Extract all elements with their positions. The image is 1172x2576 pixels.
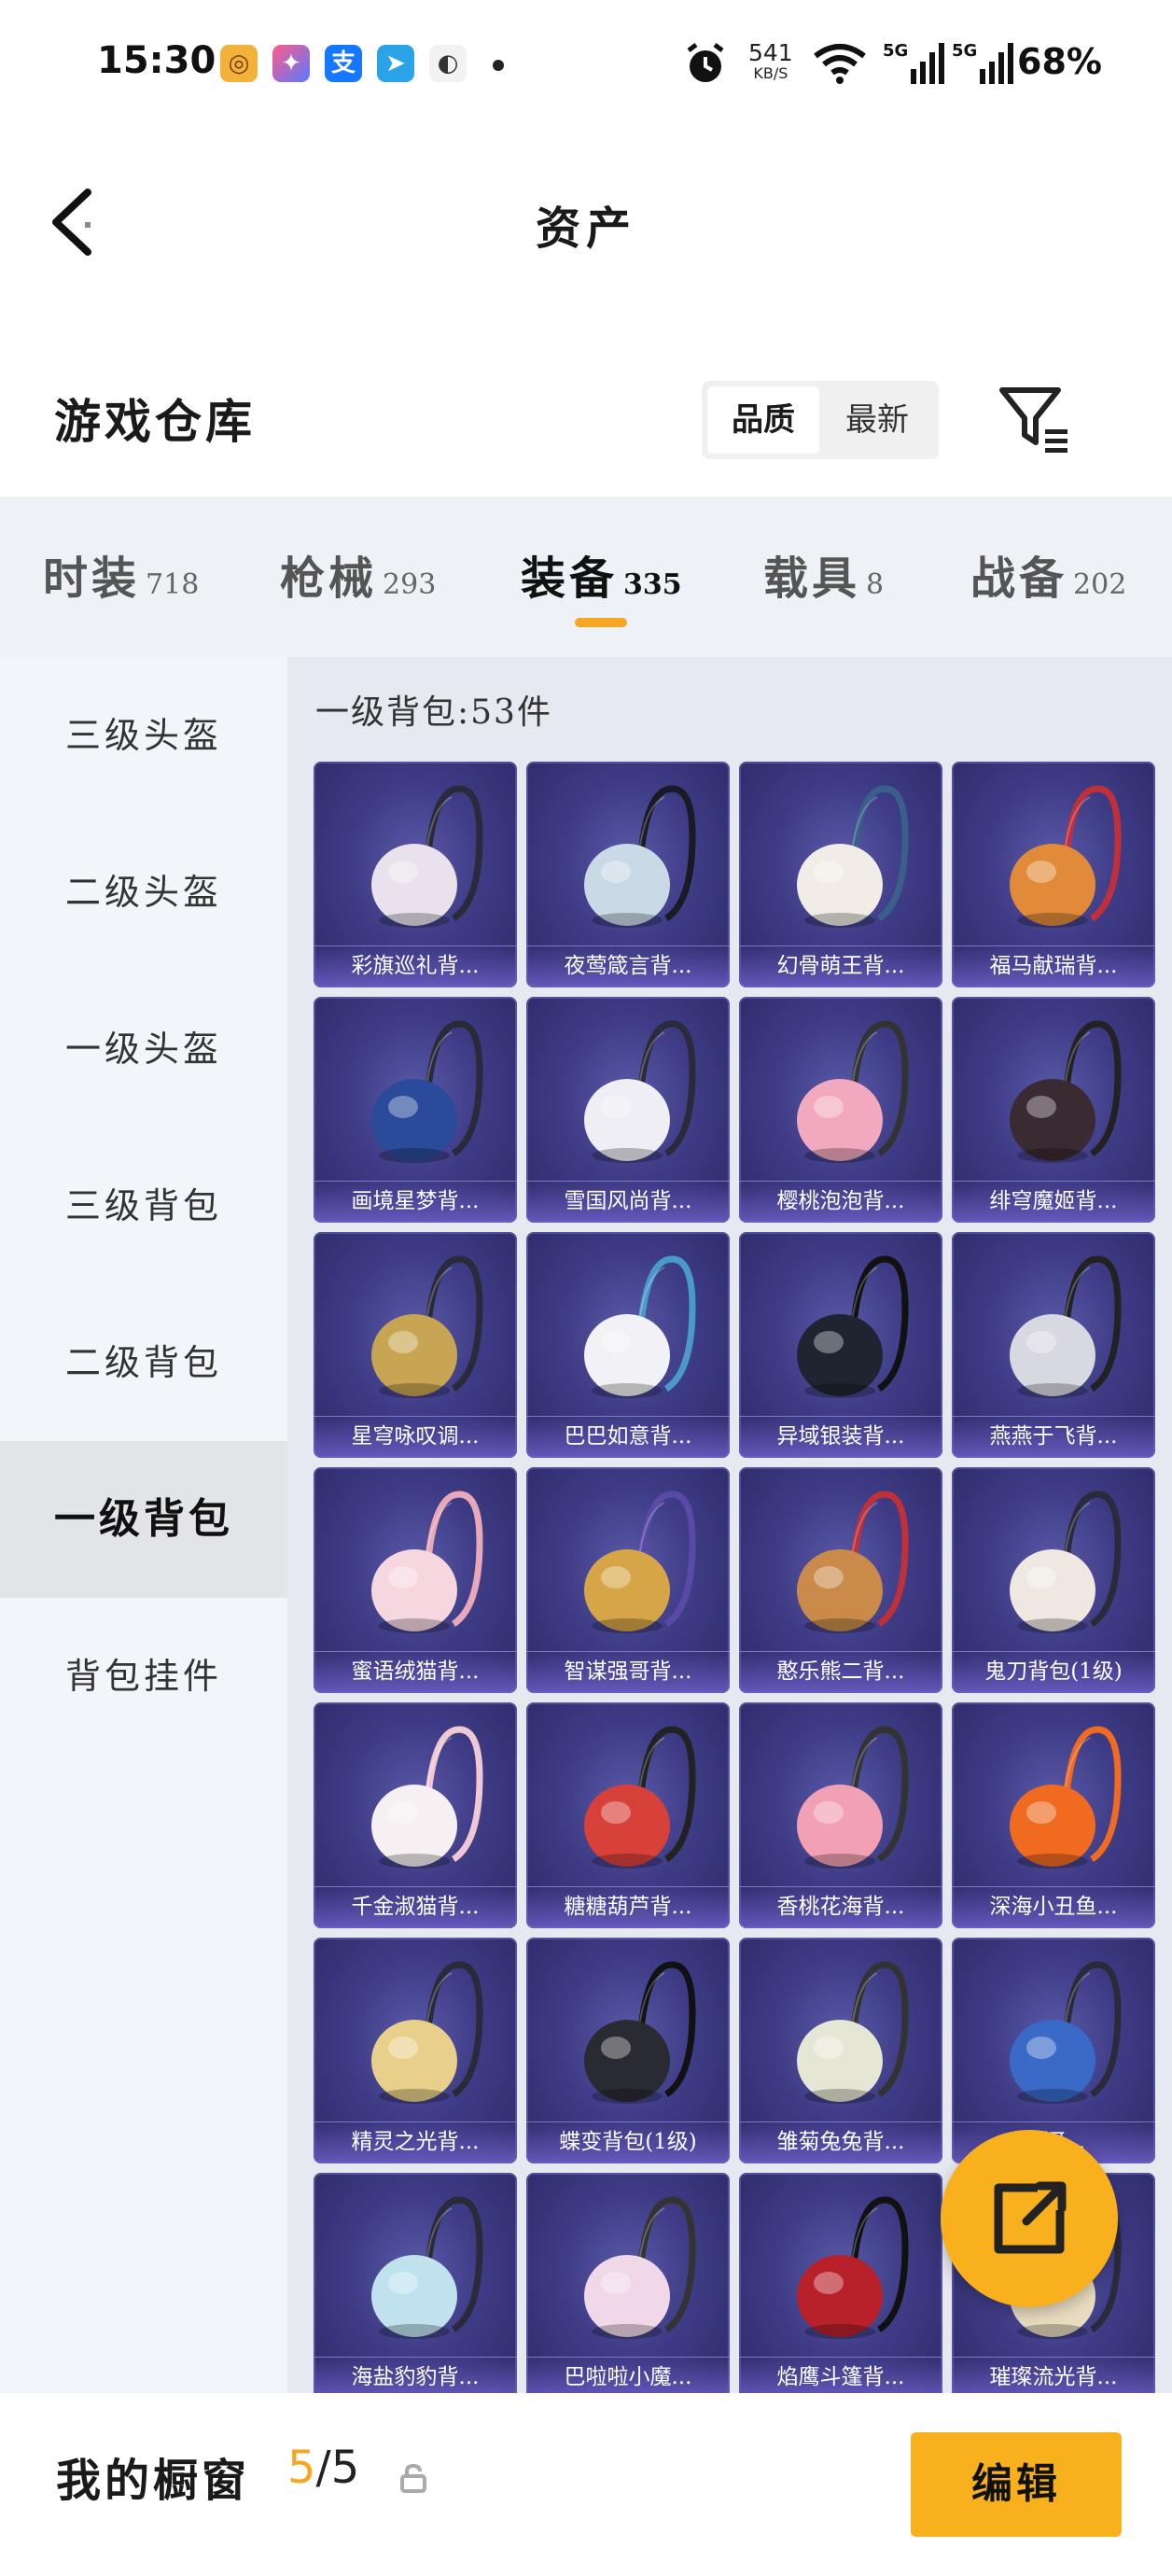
item-card[interactable]: 幻骨萌王背... — [739, 762, 942, 987]
item-card[interactable]: 智谋强哥背... — [526, 1467, 730, 1693]
lock-icon — [400, 2463, 426, 2493]
item-card[interactable]: 画境星梦背... — [314, 997, 517, 1223]
status-time: 15:30 — [97, 39, 216, 82]
share-icon — [994, 2181, 1067, 2254]
item-name: 画境星梦背... — [314, 1181, 517, 1223]
signal-5g-icon: 5G — [883, 41, 944, 84]
item-card[interactable]: 香桃花海背... — [739, 1702, 942, 1928]
sidebar-item-level1-backpack[interactable]: 一级背包 — [0, 1441, 287, 1598]
item-card[interactable]: 巴巴如意背... — [526, 1232, 730, 1458]
item-name: 雏菊兔兔背... — [739, 2121, 942, 2163]
alarm-icon — [687, 43, 724, 82]
item-card[interactable]: 彩旗巡礼背... — [314, 762, 517, 987]
sort-option-latest[interactable]: 最新 — [821, 386, 933, 454]
item-name: 糖糖葫芦背... — [526, 1886, 730, 1928]
item-card[interactable]: 千金淑猫背... — [314, 1702, 517, 1928]
item-name: 蝶变背包(1级) — [526, 2121, 730, 2163]
sidebar-item-level2-backpack[interactable]: 二级背包 — [0, 1284, 287, 1441]
item-name: 焰鹰斗篷背... — [739, 2357, 942, 2393]
item-name: 千金淑猫背... — [314, 1886, 517, 1928]
item-card[interactable]: 海盐豹豹背... — [314, 2173, 517, 2393]
showcase-label: 我的橱窗 — [56, 2455, 251, 2507]
item-card[interactable]: 福马献瑞背... — [952, 762, 1155, 987]
tab-battle-gear[interactable]: 战备 202 — [970, 541, 1126, 616]
alipay-icon: 支 — [325, 45, 362, 82]
item-name: 樱桃泡泡背... — [739, 1181, 942, 1223]
tab-vehicles[interactable]: 载具 8 — [763, 541, 884, 616]
sidebar-item-level1-helmet[interactable]: 一级头盔 — [0, 971, 287, 1127]
item-name: 燕燕于飞背... — [952, 1416, 1155, 1458]
filter-icon[interactable] — [997, 381, 1073, 457]
app-notification-icon: ◎ — [220, 45, 258, 82]
item-card[interactable]: 糖糖葫芦背... — [526, 1702, 730, 1928]
sidebar-item-level3-backpack[interactable]: 三级背包 — [0, 1127, 287, 1284]
wifi-icon — [814, 44, 866, 84]
item-name: 憨乐熊二背... — [739, 1651, 942, 1693]
telegram-icon: ➤ — [377, 45, 414, 82]
item-name: 绯穹魔姬背... — [952, 1181, 1155, 1223]
sort-option-quality[interactable]: 品质 — [707, 386, 819, 454]
sidebar-item-level3-helmet[interactable]: 三级头盔 — [0, 657, 287, 814]
sidebar-item-level2-helmet[interactable]: 二级头盔 — [0, 814, 287, 971]
item-name: 异域银装背... — [739, 1416, 942, 1458]
edit-button[interactable]: 编辑 — [911, 2432, 1122, 2537]
item-name: 精灵之光背... — [314, 2121, 517, 2163]
item-name: 福马献瑞背... — [952, 945, 1155, 987]
status-bar: 15:30 ◎ ✦ 支 ➤ ◐ 541 KB/S 5G 5G 68% — [0, 0, 1172, 131]
sort-toggle: 品质 最新 — [702, 381, 939, 459]
item-name: 夜莺箴言背... — [526, 945, 730, 987]
item-card[interactable]: 深海小丑鱼... — [952, 1702, 1155, 1928]
item-name: 巴巴如意背... — [526, 1416, 730, 1458]
item-name: 星穹咏叹调... — [314, 1416, 517, 1458]
category-tabs: 时装 718 枪械 293 装备 335 载具 8 战备 202 — [0, 497, 1172, 657]
app-notification-icon: ✦ — [272, 45, 310, 82]
svg-text:5G: 5G — [952, 41, 977, 61]
app-header: 资产 — [0, 140, 1172, 299]
tab-outfits[interactable]: 时装 718 — [43, 541, 199, 616]
showcase-count: 5/5 — [287, 2442, 360, 2494]
tab-firearms[interactable]: 枪械 293 — [280, 541, 436, 616]
item-card[interactable]: 夜莺箴言背... — [526, 762, 730, 987]
item-card[interactable]: 焰鹰斗篷背... — [739, 2173, 942, 2393]
item-card[interactable]: 憨乐熊二背... — [739, 1467, 942, 1693]
item-name: 璀璨流光背... — [952, 2357, 1155, 2393]
warehouse-title: 游戏仓库 — [54, 394, 256, 449]
svg-text:5G: 5G — [883, 41, 908, 61]
item-name: 鬼刀背包(1级) — [952, 1651, 1155, 1693]
item-card[interactable]: 巴啦啦小魔... — [526, 2173, 730, 2393]
tab-equipment[interactable]: 装备 335 — [521, 541, 682, 616]
showcase-bar: 我的橱窗 5/5 编辑 — [0, 2393, 1172, 2576]
item-card[interactable]: 精灵之光背... — [314, 1938, 517, 2163]
active-tab-indicator — [575, 618, 627, 627]
item-name: 香桃花海背... — [739, 1886, 942, 1928]
item-card[interactable]: 鬼刀背包(1级) — [952, 1467, 1155, 1693]
item-name: 彩旗巡礼背... — [314, 945, 517, 987]
signal-5g-icon: 5G — [952, 41, 1013, 84]
subcategory-sidebar: 三级头盔 二级头盔 一级头盔 三级背包 二级背包 一级背包 背包挂件 — [0, 657, 287, 2393]
battery-level: 68% — [1017, 41, 1102, 82]
item-name: 雪国风尚背... — [526, 1181, 730, 1223]
item-name: 蜜语绒猫背... — [314, 1651, 517, 1693]
item-card[interactable]: 雏菊兔兔背... — [739, 1938, 942, 2163]
item-name: 智谋强哥背... — [526, 1651, 730, 1693]
page-title: 资产 — [535, 203, 636, 255]
more-notifications-icon — [493, 60, 504, 71]
item-name: 海盐豹豹背... — [314, 2357, 517, 2393]
net-speed: 541 KB/S — [748, 39, 793, 82]
sidebar-item-backpack-charm[interactable]: 背包挂件 — [0, 1598, 287, 1755]
item-card[interactable]: 蜜语绒猫背... — [314, 1467, 517, 1693]
item-card[interactable]: 樱桃泡泡背... — [739, 997, 942, 1223]
item-card[interactable]: 蝶变背包(1级) — [526, 1938, 730, 2163]
share-button[interactable] — [941, 2130, 1118, 2307]
item-card[interactable]: 绯穹魔姬背... — [952, 997, 1155, 1223]
item-card[interactable]: 雪国风尚背... — [526, 997, 730, 1223]
app-notification-icon: ◐ — [429, 45, 467, 82]
section-label: 一级背包:53件 — [315, 693, 552, 732]
item-card[interactable]: 星穹咏叹调... — [314, 1232, 517, 1458]
item-card[interactable]: 异域银装背... — [739, 1232, 942, 1458]
item-name: 幻骨萌王背... — [739, 945, 942, 987]
item-card[interactable]: 燕燕于飞背... — [952, 1232, 1155, 1458]
item-name: 深海小丑鱼... — [952, 1886, 1155, 1928]
item-name: 巴啦啦小魔... — [526, 2357, 730, 2393]
